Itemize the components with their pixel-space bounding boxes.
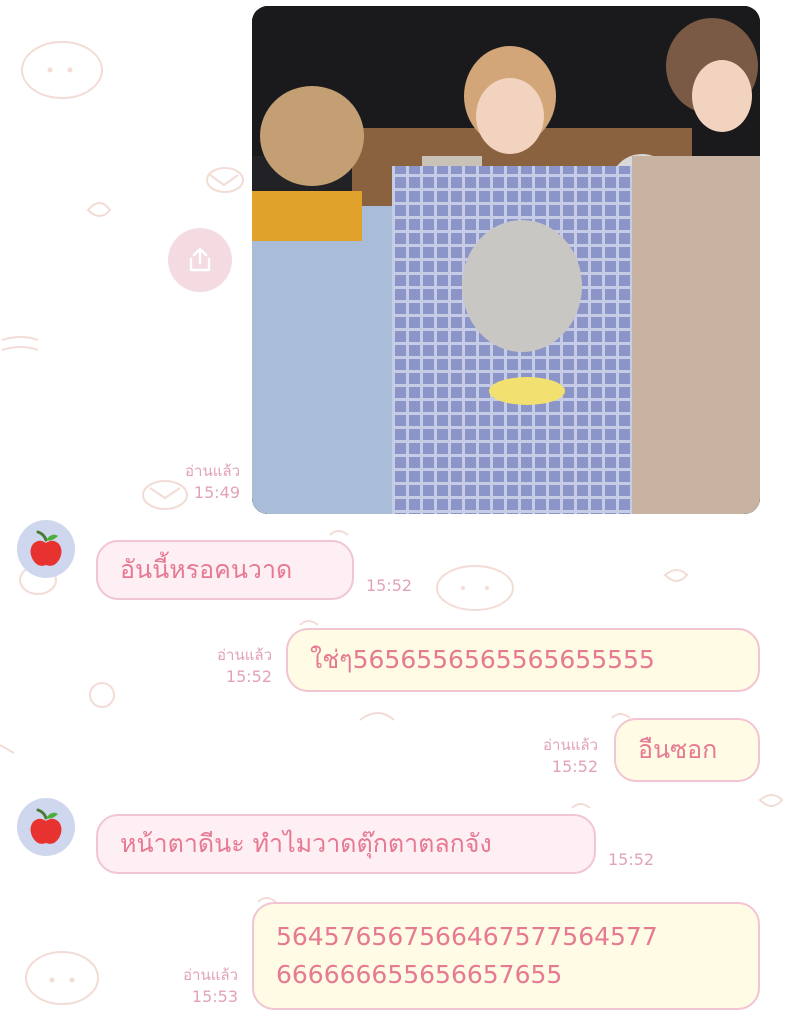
read-receipt: อ่านแล้ว — [217, 646, 272, 664]
message-bubble-incoming[interactable]: อันนี้หรอคนวาด — [96, 540, 354, 600]
share-button[interactable] — [168, 228, 232, 292]
read-receipt: อ่านแล้ว — [543, 736, 598, 754]
message-meta: อ่านแล้ว 15:52 — [518, 734, 598, 778]
message-time: 15:52 — [551, 757, 598, 776]
message-meta: 15:52 — [608, 849, 668, 871]
message-bubble-outgoing[interactable]: ใช่ๆ565655656556565555​5 — [286, 628, 760, 692]
avatar[interactable] — [17, 520, 75, 578]
message-meta: 15:52 — [366, 575, 426, 597]
share-icon — [189, 247, 211, 272]
message-time: 15:49 — [193, 483, 240, 502]
message-meta: อ่านแล้ว 15:49 — [160, 460, 240, 504]
apple-icon — [30, 808, 62, 844]
message-bubble-incoming[interactable]: หน้าตาดีนะ ทำไมวาดตุ๊กตาตลกจัง — [96, 814, 596, 874]
message-time: 15:52 — [608, 850, 655, 869]
shared-photo[interactable] — [252, 6, 760, 514]
message-time: 15:52 — [225, 667, 272, 686]
apple-icon — [30, 530, 62, 566]
message-meta: อ่านแล้ว 15:53 — [158, 964, 238, 1008]
message-text: อันนี้หรอคนวาด — [120, 555, 293, 584]
message-text-line: 66666665565665765​5 — [276, 960, 563, 989]
read-receipt: อ่านแล้ว — [185, 462, 240, 480]
message-text: อืนซอก — [638, 735, 718, 764]
message-text: หน้าตาดีนะ ทำไมวาดตุ๊กตาตลกจัง — [120, 829, 492, 858]
message-text-line: 5645765675664675775645​77 — [276, 922, 658, 951]
message-text: ใช่ๆ565655656556565555​5 — [310, 645, 655, 674]
photo-illustration — [252, 6, 760, 514]
message-meta: อ่านแล้ว 15:52 — [192, 644, 272, 688]
message-time: 15:52 — [366, 576, 413, 595]
message-time: 15:53 — [191, 987, 238, 1006]
read-receipt: อ่านแล้ว — [183, 966, 238, 984]
avatar[interactable] — [17, 798, 75, 856]
message-bubble-outgoing[interactable]: อืนซอก — [614, 718, 760, 782]
message-bubble-outgoing[interactable]: 5645765675664675775645​77 66666665565665… — [252, 902, 760, 1010]
